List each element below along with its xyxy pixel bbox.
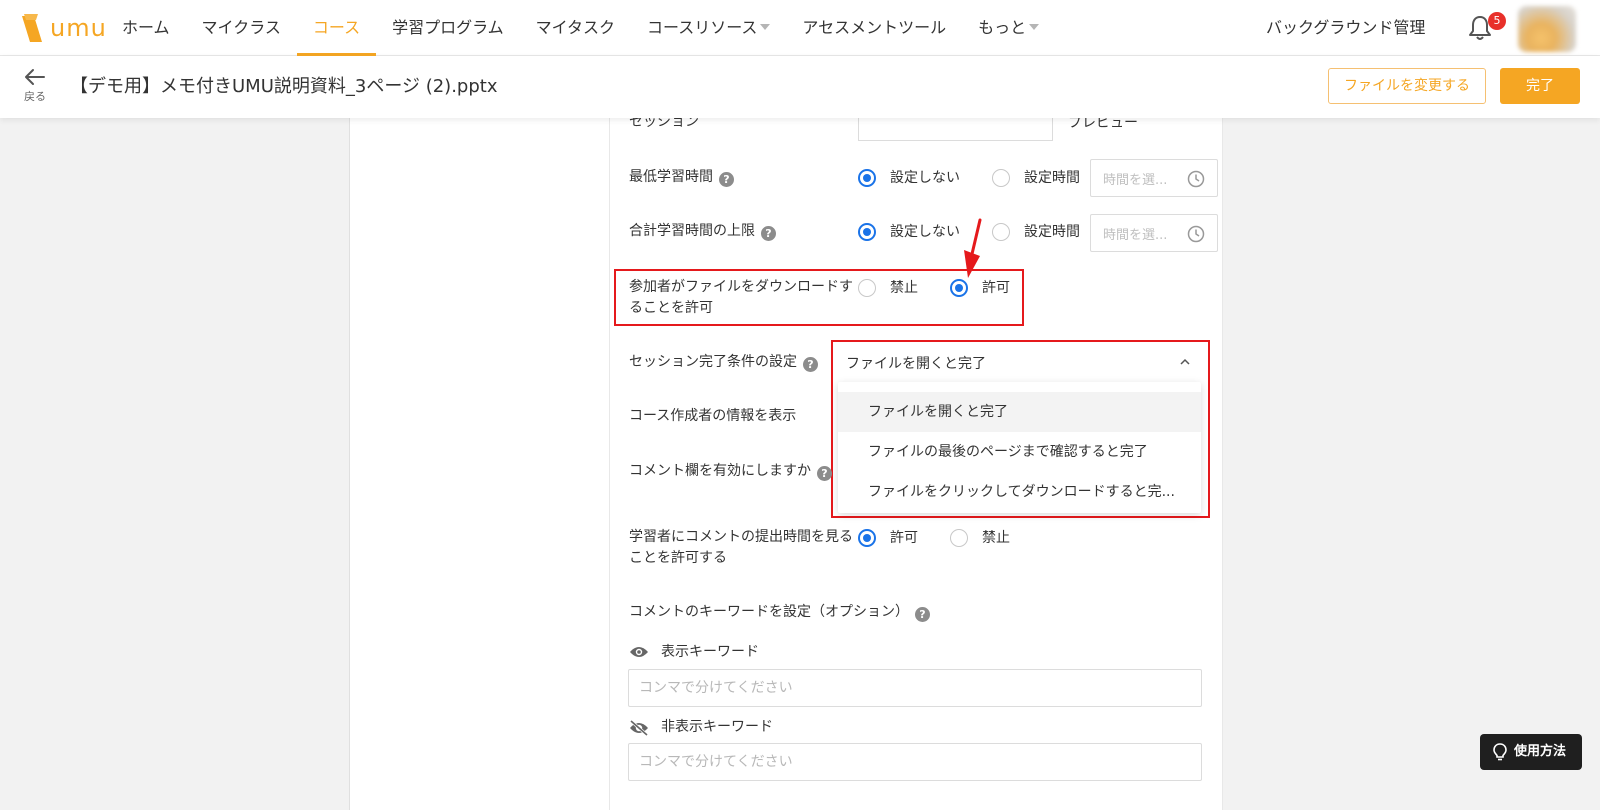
- time-picker-placeholder: 時間を選...: [1103, 228, 1168, 243]
- download-label-line2: ることを許可: [629, 300, 713, 316]
- help-icon[interactable]: ?: [803, 357, 818, 372]
- download-forbid-radio[interactable]: [858, 279, 876, 297]
- completion-condition-select[interactable]: ファイルを開くと完了: [834, 342, 1204, 384]
- comment-time-label-line1: 学習者にコメントの提出時間を見る: [629, 529, 853, 545]
- hidden-keywords-label: 非表示キーワード: [661, 719, 773, 735]
- comments-enabled-label: コメント欄を有効にしますか?: [629, 461, 832, 482]
- max-study-time-none-label: 設定しない: [890, 224, 960, 240]
- max-study-time-label: 合計学習時間の上限?: [629, 221, 776, 242]
- notification-badge: 5: [1488, 12, 1506, 30]
- max-study-time-none-radio[interactable]: [858, 223, 876, 241]
- creator-info-label: コース作成者の情報を表示: [629, 408, 797, 424]
- max-study-time-text: 合計学習時間の上限: [629, 223, 755, 239]
- dropdown-option[interactable]: ファイルを開くと完了: [838, 392, 1201, 432]
- completion-condition-label: セッション完了条件の設定?: [629, 352, 818, 373]
- chevron-up-icon: [1180, 358, 1190, 365]
- avatar[interactable]: [1518, 6, 1576, 52]
- background-admin-link[interactable]: バックグラウンド管理: [1266, 0, 1425, 56]
- min-study-time-none-label: 設定しない: [890, 170, 960, 186]
- download-permission-label: 参加者がファイルをダウンロードす ることを許可: [629, 277, 859, 319]
- min-study-time-text: 最低学習時間: [629, 169, 713, 185]
- completion-condition-dropdown: ファイルを開くと完了 ファイルの最後のページまで確認すると完了 ファイルをクリッ…: [838, 382, 1201, 513]
- comment-time-allow-label: 許可: [890, 530, 918, 546]
- comments-enabled-text: コメント欄を有効にしますか: [629, 463, 811, 479]
- comment-keywords-text: コメントのキーワードを設定（オプション）: [629, 604, 909, 620]
- help-icon[interactable]: ?: [817, 466, 832, 481]
- dropdown-option[interactable]: ファイルをクリックしてダウンロードすると完...: [838, 472, 1201, 512]
- download-allow-label: 許可: [982, 280, 1010, 296]
- help-icon[interactable]: ?: [915, 607, 930, 622]
- umu-logo[interactable]: umu: [20, 12, 106, 48]
- nav-home-label: ホーム: [122, 18, 170, 37]
- nav-my-tasks[interactable]: マイタスク: [520, 0, 631, 56]
- max-study-time-set-radio[interactable]: [992, 223, 1010, 241]
- file-header: 戻る 【デモ用】メモ付きUMU説明資料_3ページ (2).pptx ファイルを変…: [0, 56, 1600, 118]
- back-label: 戻る: [24, 90, 46, 103]
- arrow-left-icon: [25, 69, 45, 85]
- logo-text: umu: [50, 14, 107, 42]
- nav-learning-program[interactable]: 学習プログラム: [376, 0, 520, 56]
- nav-learning-program-label: 学習プログラム: [392, 18, 504, 37]
- help-usage-label: 使用方法: [1514, 744, 1567, 759]
- min-study-time-picker[interactable]: 時間を選...: [1090, 159, 1218, 197]
- nav-my-class[interactable]: マイクラス: [186, 0, 297, 56]
- comment-time-allow-radio[interactable]: [858, 529, 876, 547]
- download-allow-radio[interactable]: [950, 279, 968, 297]
- nav-more[interactable]: もっと: [962, 0, 1055, 56]
- clock-icon: [1187, 225, 1205, 243]
- eye-off-icon: [630, 720, 648, 736]
- nav-home[interactable]: ホーム: [106, 0, 186, 56]
- help-icon[interactable]: ?: [719, 172, 734, 187]
- nav-my-class-label: マイクラス: [201, 18, 281, 37]
- min-study-time-label: 最低学習時間?: [629, 167, 734, 188]
- dropdown-option[interactable]: ファイルの最後のページまで確認すると完了: [838, 432, 1201, 472]
- main-nav: ホーム マイクラス コース 学習プログラム マイタスク コースリソース アセスメ…: [106, 0, 1055, 56]
- comment-time-forbid-label: 禁止: [982, 530, 1010, 546]
- download-forbid-label: 禁止: [890, 280, 918, 296]
- nav-course-resources-label: コースリソース: [647, 18, 758, 37]
- top-navigation: umu ホーム マイクラス コース 学習プログラム マイタスク コースリソース …: [0, 0, 1600, 56]
- nav-more-label: もっと: [978, 18, 1027, 37]
- visible-keywords-label: 表示キーワード: [661, 644, 759, 660]
- download-label-line1: 参加者がファイルをダウンロードす: [629, 279, 853, 295]
- nav-course-label: コース: [312, 18, 361, 37]
- comment-time-forbid-radio[interactable]: [950, 529, 968, 547]
- completion-condition-value: ファイルを開くと完了: [846, 356, 986, 372]
- hidden-keywords-input[interactable]: [628, 743, 1202, 781]
- completion-condition-text: セッション完了条件の設定: [629, 354, 797, 370]
- nav-course-resources[interactable]: コースリソース: [631, 0, 786, 56]
- time-picker-placeholder: 時間を選...: [1103, 173, 1168, 188]
- max-study-time-set-label: 設定時間: [1024, 224, 1080, 240]
- visible-keywords-input[interactable]: [628, 669, 1202, 707]
- hidden-keywords-field[interactable]: [629, 744, 1201, 780]
- nav-course[interactable]: コース: [296, 0, 377, 56]
- help-icon[interactable]: ?: [761, 226, 776, 241]
- nav-my-tasks-label: マイタスク: [535, 18, 616, 37]
- clock-icon: [1187, 170, 1205, 188]
- comment-time-label: 学習者にコメントの提出時間を見る ことを許可する: [629, 527, 859, 569]
- chevron-down-icon: [1029, 24, 1040, 30]
- comment-keywords-label: コメントのキーワードを設定（オプション）?: [629, 602, 930, 623]
- change-file-button[interactable]: ファイルを変更する: [1328, 68, 1486, 104]
- chevron-down-icon: [760, 24, 771, 30]
- lightbulb-icon: [1493, 743, 1507, 761]
- comment-time-label-line2: ことを許可する: [629, 550, 727, 566]
- max-study-time-picker[interactable]: 時間を選...: [1090, 214, 1218, 252]
- left-panel: [349, 118, 609, 810]
- nav-assessment-tools-label: アセスメントツール: [802, 18, 947, 37]
- nav-assessment-tools[interactable]: アセスメントツール: [786, 0, 962, 56]
- document-title: 【デモ用】メモ付きUMU説明資料_3ページ (2).pptx: [70, 76, 498, 97]
- min-study-time-set-label: 設定時間: [1024, 170, 1080, 186]
- annotation-arrow-icon: [964, 218, 982, 278]
- done-button[interactable]: 完了: [1500, 68, 1580, 104]
- help-usage-button[interactable]: 使用方法: [1480, 734, 1582, 770]
- back-button[interactable]: 戻る: [18, 68, 52, 104]
- min-study-time-none-radio[interactable]: [858, 169, 876, 187]
- visible-keywords-field[interactable]: [629, 670, 1201, 706]
- eye-icon: [630, 647, 648, 657]
- min-study-time-set-radio[interactable]: [992, 169, 1010, 187]
